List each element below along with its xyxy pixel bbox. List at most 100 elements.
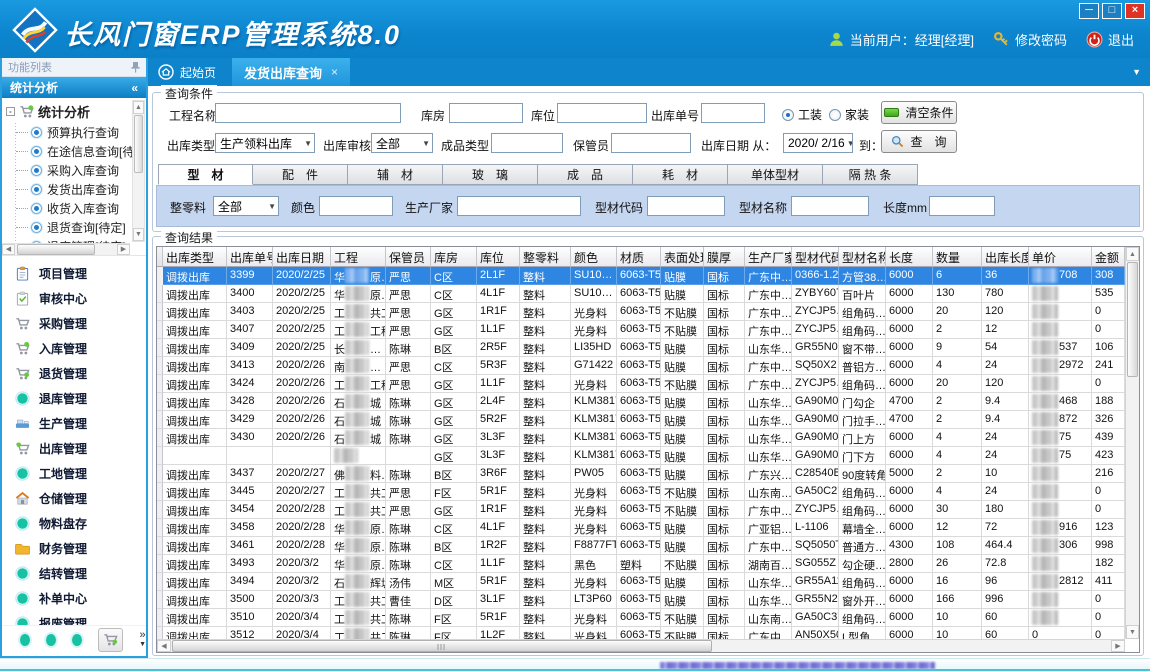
sidebar-item-8[interactable]: 工地管理	[2, 461, 146, 486]
table-row[interactable]: G区3L3F整料KLM38176063-T5贴膜国标山东华…GA90M09.门下…	[157, 447, 1125, 465]
tree-item-4[interactable]: 收货入库查询	[2, 199, 146, 218]
column-header-14[interactable]: 型材名称	[839, 247, 886, 267]
table-row[interactable]: 调拨出库34612020/2/28华原…陈琳B区1R2F整料F8877FT606…	[157, 537, 1125, 555]
clear-conditions-button[interactable]: 清空条件	[881, 101, 957, 124]
profile-code-input[interactable]	[647, 196, 725, 216]
scroll-left-icon[interactable]: ◀	[2, 244, 15, 255]
table-row[interactable]: 调拨出库34302020/2/26石城陈琳G区3L3F整料KLM38176063…	[157, 429, 1125, 447]
table-row[interactable]: 调拨出库34372020/2/27佛料…陈琳B区3R6F整料PW056063-T…	[157, 465, 1125, 483]
scroll-down-icon[interactable]: ▼	[133, 228, 144, 241]
hscroll-thumb[interactable]	[172, 640, 712, 652]
table-row[interactable]: 调拨出库35102020/3/4工共工程陈琳F区5R1F整料光身料6063-T5…	[157, 609, 1125, 627]
sidebar-item-5[interactable]: 退库管理	[2, 386, 146, 411]
tab-active[interactable]: 发货出库查询 ×	[232, 58, 350, 86]
search-button[interactable]: 查 询	[881, 130, 957, 153]
table-row[interactable]: 调拨出库34092020/2/25长…陈琳B区2R5F整料LI35HD6063-…	[157, 339, 1125, 357]
column-header-5[interactable]: 库房	[431, 247, 477, 267]
project-name-input[interactable]	[215, 103, 401, 123]
radio-jiazhuang[interactable]: 家装	[829, 106, 869, 123]
sidebar-item-7[interactable]: 出库管理	[2, 436, 146, 461]
tool-circle-icon[interactable]	[46, 634, 56, 646]
scroll-right-icon[interactable]: ▶	[1111, 640, 1125, 652]
table-row[interactable]: 调拨出库34582020/2/28华原…陈琳C区4L1F整料光身料6063-T5…	[157, 519, 1125, 537]
tree-vertical-scrollbar[interactable]: ▲ ▼	[132, 100, 145, 242]
out-type-select[interactable]: 生产领料出库▼	[215, 133, 315, 153]
table-horizontal-scrollbar[interactable]: ◀ ▶	[157, 639, 1125, 652]
table-row[interactable]: 调拨出库34002020/2/25华原…严思C区4L1F整料SU10…6063-…	[157, 285, 1125, 303]
sidebar-item-2[interactable]: 采购管理	[2, 311, 146, 336]
material-tab-2[interactable]: 辅 材	[348, 164, 443, 185]
sidebar-item-6[interactable]: 生产管理	[2, 411, 146, 436]
tree-item-5[interactable]: 退货查询[待定]	[2, 218, 146, 237]
material-tab-1[interactable]: 配 件	[253, 164, 348, 185]
product-type-input[interactable]	[491, 133, 563, 153]
sidebar-item-9[interactable]: 仓储管理	[2, 486, 146, 511]
sidebar-item-13[interactable]: 补单中心	[2, 586, 146, 611]
whole-part-select[interactable]: 全部▼	[213, 196, 279, 216]
table-row[interactable]: 调拨出库34132020/2/26南…严思C区5R3F整料G714226063-…	[157, 357, 1125, 375]
warehouse-input[interactable]	[449, 103, 523, 123]
tree-item-1[interactable]: 在途信息查询[待	[2, 142, 146, 161]
table-row[interactable]: 调拨出库34072020/2/25工工程严思G区1L1F整料光身料6063-T5…	[157, 321, 1125, 339]
column-header-19[interactable]: 金额	[1092, 247, 1125, 267]
column-header-10[interactable]: 表面处理	[661, 247, 704, 267]
table-row[interactable]: 调拨出库34282020/2/26石城陈琳G区2L4F整料KLM38176063…	[157, 393, 1125, 411]
order-no-input[interactable]	[701, 103, 765, 123]
column-header-15[interactable]: 长度	[886, 247, 933, 267]
material-tab-5[interactable]: 耗 材	[633, 164, 728, 185]
table-row[interactable]: 调拨出库34032020/2/25工共工程严思G区1R1F整料光身料6063-T…	[157, 303, 1125, 321]
scroll-down-icon[interactable]: ▼	[1126, 625, 1139, 639]
date-from-picker[interactable]: 2020/ 2/16▼	[783, 133, 853, 153]
material-tab-4[interactable]: 成 品	[538, 164, 633, 185]
more-tools-button[interactable]: » ▼	[139, 631, 146, 649]
scroll-up-icon[interactable]: ▲	[1126, 247, 1139, 261]
scroll-up-icon[interactable]: ▲	[133, 101, 144, 114]
table-row[interactable]: 调拨出库34942020/3/2石辉城汤伟M区5R1F整料光身料6063-T5贴…	[157, 573, 1125, 591]
column-header-11[interactable]: 膜厚	[704, 247, 745, 267]
tab-home[interactable]: 起始页	[148, 58, 232, 86]
close-button[interactable]: ×	[1125, 3, 1145, 19]
change-password-button[interactable]: 修改密码	[993, 30, 1067, 49]
minimize-button[interactable]: ─	[1079, 3, 1099, 19]
tree-item-0[interactable]: 预算执行查询	[2, 123, 146, 142]
sidebar-item-1[interactable]: 审核中心	[2, 286, 146, 311]
tree-expand-icon[interactable]: -	[6, 107, 15, 116]
sidebar-item-10[interactable]: 物料盘存	[2, 511, 146, 536]
sidebar-item-12[interactable]: 结转管理	[2, 561, 146, 586]
column-header-6[interactable]: 库位	[477, 247, 520, 267]
column-header-13[interactable]: 型材代码	[792, 247, 839, 267]
scroll-right-icon[interactable]: ▶	[117, 244, 130, 255]
table-vertical-scrollbar[interactable]: ▲ ▼	[1125, 247, 1139, 639]
material-tab-7[interactable]: 隔 热 条	[823, 164, 918, 185]
sidebar-item-3[interactable]: 入库管理	[2, 336, 146, 361]
sidebar-item-11[interactable]: 财务管理	[2, 536, 146, 561]
tree-root[interactable]: - 统计分析	[2, 98, 146, 123]
maximize-button[interactable]: □	[1102, 3, 1122, 19]
factory-input[interactable]	[457, 196, 581, 216]
tree-item-3[interactable]: 发货出库查询	[2, 180, 146, 199]
material-tab-0[interactable]: 型 材	[158, 164, 253, 185]
length-input[interactable]	[929, 196, 995, 216]
table-row[interactable]: 调拨出库34542020/2/28工共工程严思G区1R1F整料光身料6063-T…	[157, 501, 1125, 519]
column-header-2[interactable]: 出库日期	[273, 247, 331, 267]
audit-select[interactable]: 全部▼	[371, 133, 433, 153]
logout-button[interactable]: 退出	[1086, 30, 1134, 49]
profile-name-input[interactable]	[791, 196, 869, 216]
column-header-0[interactable]: 出库类型	[163, 247, 227, 267]
material-tab-3[interactable]: 玻 璃	[443, 164, 538, 185]
column-header-3[interactable]: 工程	[331, 247, 386, 267]
table-row[interactable]: 调拨出库34292020/2/26石城陈琳G区5R2F整料KLM38176063…	[157, 411, 1125, 429]
column-header-1[interactable]: 出库单号	[227, 247, 273, 267]
column-header-9[interactable]: 材质	[617, 247, 661, 267]
tree-vscroll-thumb[interactable]	[134, 115, 143, 173]
tool-circle-icon[interactable]	[20, 634, 30, 646]
pin-icon[interactable]	[131, 62, 140, 73]
tab-list-chevron-icon[interactable]: ▼	[1132, 67, 1141, 77]
table-row[interactable]: 调拨出库34452020/2/27工共工程严思F区5R1F整料光身料6063-T…	[157, 483, 1125, 501]
column-header-7[interactable]: 整零料	[520, 247, 571, 267]
sidebar-item-4[interactable]: 退货管理	[2, 361, 146, 386]
keeper-input[interactable]	[611, 133, 691, 153]
sidebar-item-0[interactable]: 项目管理	[2, 261, 146, 286]
tool-circle-icon[interactable]	[72, 634, 82, 646]
material-tab-6[interactable]: 单体型材	[728, 164, 823, 185]
